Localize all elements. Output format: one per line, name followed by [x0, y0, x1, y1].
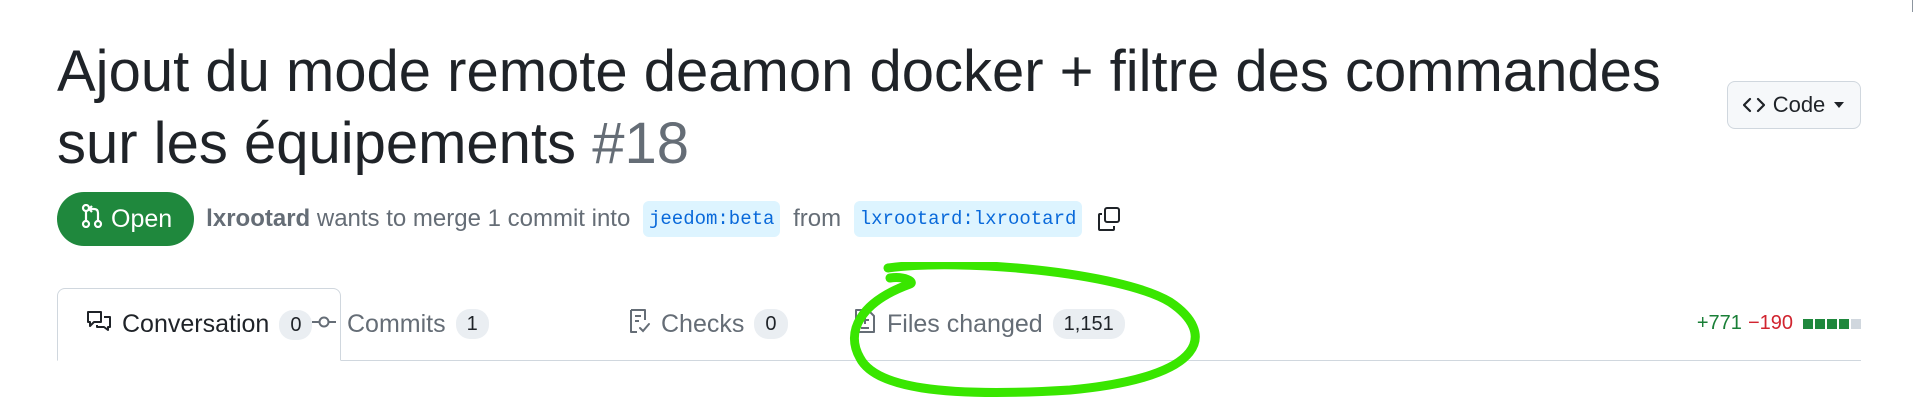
tab-commits[interactable]: Commits 1 — [311, 288, 489, 360]
diffstat: +771 −190 — [1697, 312, 1861, 335]
tab-conversation-counter: 0 — [279, 309, 313, 340]
head-branch-link[interactable]: lxrootard:lxrootard — [853, 201, 1083, 237]
tab-checks-counter: 0 — [754, 309, 788, 339]
copy-icon[interactable] — [1096, 206, 1122, 232]
diffstat-blocks — [1803, 318, 1861, 329]
diffstat-additions: +771 — [1696, 312, 1742, 334]
pr-number: #18 — [592, 111, 689, 176]
merge-action-text: wants to merge 1 commit into — [310, 205, 637, 232]
tab-files-changed-counter: 1,151 — [1052, 309, 1125, 339]
diffstat-block — [1839, 318, 1849, 329]
comment-discussion-icon — [86, 309, 112, 340]
author-link[interactable]: lxrootard — [206, 205, 310, 233]
tab-conversation[interactable]: Conversation 0 — [57, 288, 342, 361]
file-diff-icon — [853, 308, 877, 341]
pr-meta-row: Open lxrootard wants to merge 1 commit i… — [57, 192, 1122, 246]
diffstat-block — [1803, 318, 1813, 329]
state-label: Open — [111, 204, 173, 233]
pr-tabs: Conversation 0 Commits 1 Checks 0 Files … — [57, 288, 1861, 361]
merge-description: lxrootard wants to merge 1 commit into j… — [206, 201, 1122, 237]
diffstat-block — [1851, 318, 1861, 329]
pr-title-line2: sur les équipements — [57, 111, 577, 176]
code-button[interactable]: Code — [1727, 81, 1861, 129]
code-icon — [1742, 96, 1765, 114]
diffstat-block — [1815, 318, 1825, 329]
pr-title: Ajout du mode remote deamon docker + fil… — [57, 36, 1697, 180]
checklist-icon — [627, 308, 651, 341]
tab-files-changed-label: Files changed — [887, 309, 1043, 338]
triangle-down-icon — [1833, 101, 1845, 109]
tab-commits-counter: 1 — [455, 309, 489, 339]
diffstat-deletions: −190 — [1747, 312, 1793, 334]
base-branch-link[interactable]: jeedom:beta — [642, 201, 781, 237]
git-commit-icon — [311, 310, 337, 339]
tab-checks[interactable]: Checks 0 — [627, 288, 788, 360]
from-text: from — [786, 205, 848, 232]
diffstat-block — [1827, 318, 1837, 329]
state-badge-open: Open — [57, 192, 195, 246]
window-edge — [1912, 0, 1913, 12]
tab-commits-label: Commits — [347, 309, 446, 338]
pr-title-line1: Ajout du mode remote deamon docker + fil… — [57, 39, 1661, 104]
tab-files-changed[interactable]: Files changed 1,151 — [853, 288, 1125, 360]
tab-conversation-label: Conversation — [122, 310, 270, 338]
git-pull-request-icon — [81, 203, 103, 235]
tab-checks-label: Checks — [661, 309, 745, 338]
code-button-label: Code — [1772, 92, 1826, 117]
